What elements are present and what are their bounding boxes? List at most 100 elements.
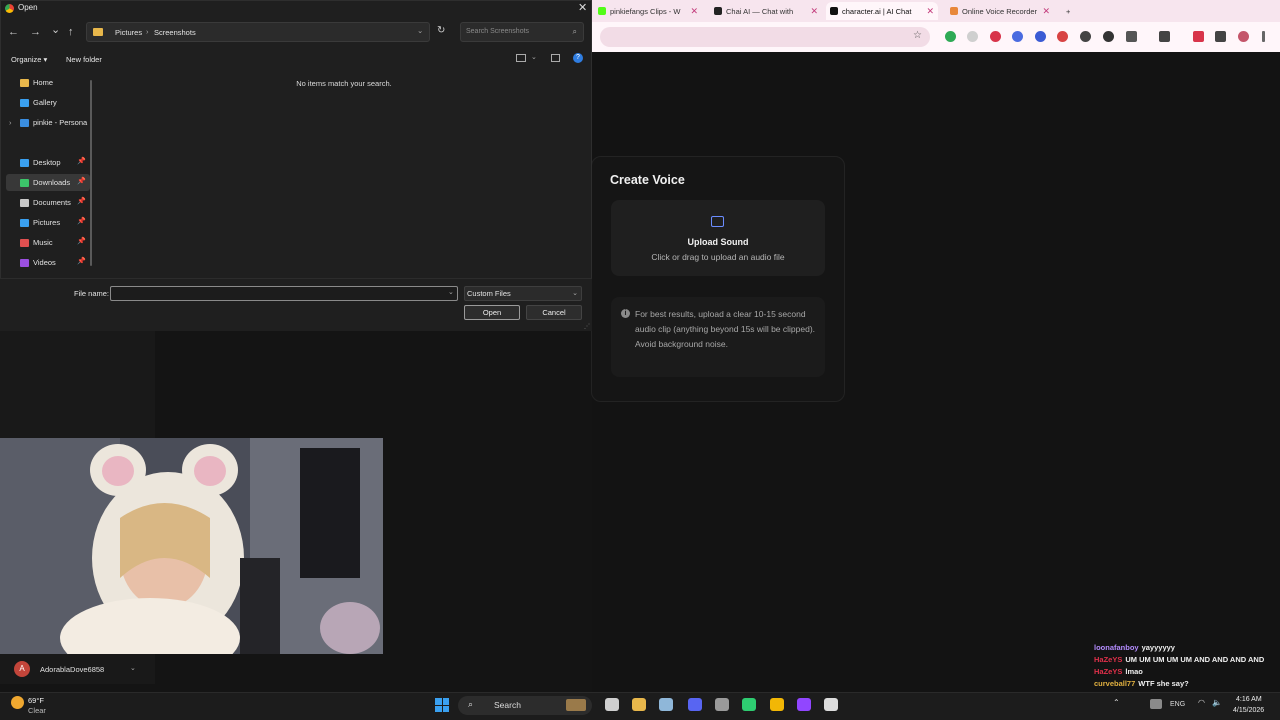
tab-close-icon[interactable]: ✕ <box>1042 6 1050 17</box>
extension-icon[interactable] <box>1035 31 1046 42</box>
kebab-menu-icon[interactable] <box>1262 31 1265 42</box>
nav-item[interactable]: Pictures 📌 <box>6 214 90 231</box>
pin-icon[interactable]: 📌 <box>77 217 86 225</box>
close-icon[interactable]: ✕ <box>578 1 587 14</box>
view-options-icon[interactable] <box>516 54 526 62</box>
avatar[interactable]: A <box>14 661 30 677</box>
pin-icon[interactable]: 📌 <box>77 237 86 245</box>
file-type-select[interactable]: Custom Files ⌄ <box>464 286 582 301</box>
pin-icon[interactable]: 📌 <box>77 257 86 265</box>
tab-close-icon[interactable]: ✕ <box>690 6 698 17</box>
language-indicator[interactable]: ENG <box>1170 701 1185 708</box>
app-green-icon[interactable] <box>742 698 756 711</box>
volume-icon[interactable]: 🔈 <box>1212 698 1222 707</box>
extension-icon[interactable] <box>945 31 956 42</box>
new-folder-button[interactable]: New folder <box>66 55 102 64</box>
kick-icon[interactable] <box>797 698 811 711</box>
new-tab-button[interactable]: + <box>1062 2 1076 20</box>
resize-grip[interactable]: ⋰ <box>584 323 590 330</box>
nav-item[interactable]: Documents 📌 <box>6 194 90 211</box>
search-icon: ⌕ <box>468 699 474 709</box>
tab-close-icon[interactable]: ✕ <box>810 6 818 17</box>
profile-avatar[interactable] <box>1238 31 1249 42</box>
forward-arrow-icon[interactable]: → <box>30 26 41 38</box>
file-explorer-icon[interactable] <box>632 698 646 711</box>
cancel-button[interactable]: Cancel <box>526 305 582 320</box>
chevron-down-icon[interactable]: ⌄ <box>531 53 537 61</box>
create-voice-title: Create Voice <box>610 173 685 187</box>
nav-item[interactable]: › pinkie - Persona <box>6 114 90 131</box>
weather-icon[interactable] <box>11 696 24 709</box>
search-highlight-icon <box>566 699 586 711</box>
browser-tab[interactable]: character.ai | AI Chat ✕ <box>826 2 938 20</box>
nav-item[interactable]: Home <box>6 74 90 91</box>
obs-icon[interactable] <box>715 698 729 711</box>
browser-tab[interactable]: Online Voice Recorder ✕ <box>946 2 1054 20</box>
tray-app-icon[interactable] <box>1150 699 1162 709</box>
chevron-down-icon[interactable]: ⌄ <box>448 288 454 296</box>
split-view-icon[interactable] <box>1159 31 1170 42</box>
tab-close-icon[interactable]: ✕ <box>926 6 934 17</box>
tray-chevron-up-icon[interactable]: ⌃ <box>1113 698 1120 707</box>
nav-item[interactable]: Desktop 📌 <box>6 154 90 171</box>
username[interactable]: AdorablaDove6858 <box>40 665 104 674</box>
taskbar-search[interactable]: ⌕ Search <box>458 696 592 715</box>
bookmark-star-icon[interactable]: ☆ <box>913 30 922 41</box>
pin-icon[interactable]: 📌 <box>77 197 86 205</box>
extension-icon[interactable] <box>1103 31 1114 42</box>
clock-date[interactable]: 4/15/2026 <box>1233 707 1264 714</box>
breadcrumb-item-pictures[interactable]: Pictures <box>115 28 142 37</box>
extension-icon[interactable] <box>967 31 978 42</box>
nav-item[interactable]: Downloads 📌 <box>6 174 90 191</box>
open-button[interactable]: Open <box>464 305 520 320</box>
chat-username[interactable]: curveball77 <box>1094 679 1135 688</box>
extension-icon[interactable] <box>990 31 1001 42</box>
clock-time[interactable]: 4:16 AM <box>1236 696 1262 703</box>
wifi-icon[interactable]: ◠ <box>1198 698 1205 707</box>
tab-label: Chai AI — Chat with <box>726 6 794 16</box>
up-arrow-icon[interactable]: ↑ <box>68 26 74 38</box>
nav-item[interactable]: Videos 📌 <box>6 254 90 271</box>
chat-username[interactable]: HaZeYS <box>1094 655 1122 664</box>
extension-icon[interactable] <box>1012 31 1023 42</box>
chevron-down-icon[interactable]: ⌄ <box>130 664 136 672</box>
nav-item[interactable]: Gallery <box>6 94 90 111</box>
chat-username[interactable]: loonafanboy <box>1094 643 1139 652</box>
extension-icon[interactable] <box>1080 31 1091 42</box>
chevron-down-icon[interactable]: ⌄ <box>417 26 423 35</box>
breadcrumb-item-screenshots[interactable]: Screenshots <box>154 28 196 37</box>
download-icon[interactable] <box>1193 31 1204 42</box>
extension-icon[interactable] <box>1057 31 1068 42</box>
weather-temperature[interactable]: 69°F <box>28 696 44 705</box>
recent-locations-icon[interactable]: ⌄ <box>51 23 60 36</box>
search-input[interactable]: Search Screenshots ⌕ <box>460 22 584 42</box>
pin-icon[interactable]: 📌 <box>77 157 86 165</box>
help-icon[interactable]: ? <box>573 53 583 63</box>
notepad-icon[interactable] <box>824 698 838 711</box>
pin-icon[interactable]: 📌 <box>77 177 86 185</box>
nav-pane-scrollbar[interactable] <box>90 80 92 266</box>
pictures-icon <box>20 218 29 227</box>
upload-sound-dropzone[interactable]: Upload Sound Click or drag to upload an … <box>611 200 825 276</box>
chrome-icon[interactable] <box>770 698 784 711</box>
refresh-icon[interactable]: ↻ <box>437 25 445 36</box>
windows-start-icon[interactable] <box>435 698 449 712</box>
preview-pane-icon[interactable] <box>551 54 560 62</box>
weather-condition[interactable]: Clear <box>28 706 46 715</box>
organize-menu-button[interactable]: Organize ▾ <box>11 55 47 64</box>
expand-chevron-icon[interactable]: › <box>9 118 12 127</box>
browser-tab[interactable]: Chai AI — Chat with ✕ <box>710 2 822 20</box>
file-name-input[interactable] <box>110 286 458 301</box>
steam-icon[interactable] <box>659 698 673 711</box>
task-view-icon[interactable] <box>605 698 619 711</box>
chat-username[interactable]: HaZeYS <box>1094 667 1122 676</box>
back-arrow-icon[interactable]: ← <box>8 26 19 38</box>
breadcrumb-separator: › <box>146 27 149 36</box>
address-bar[interactable] <box>600 27 930 47</box>
address-breadcrumb[interactable]: Pictures › Screenshots ⌄ <box>86 22 430 42</box>
discord-icon[interactable] <box>688 698 702 711</box>
nav-item[interactable]: Music 📌 <box>6 234 90 251</box>
browser-tab[interactable]: pinkiefangs Clips - W ✕ <box>594 2 702 20</box>
extensions-puzzle-icon[interactable] <box>1126 31 1137 42</box>
media-controls-icon[interactable] <box>1215 31 1226 42</box>
